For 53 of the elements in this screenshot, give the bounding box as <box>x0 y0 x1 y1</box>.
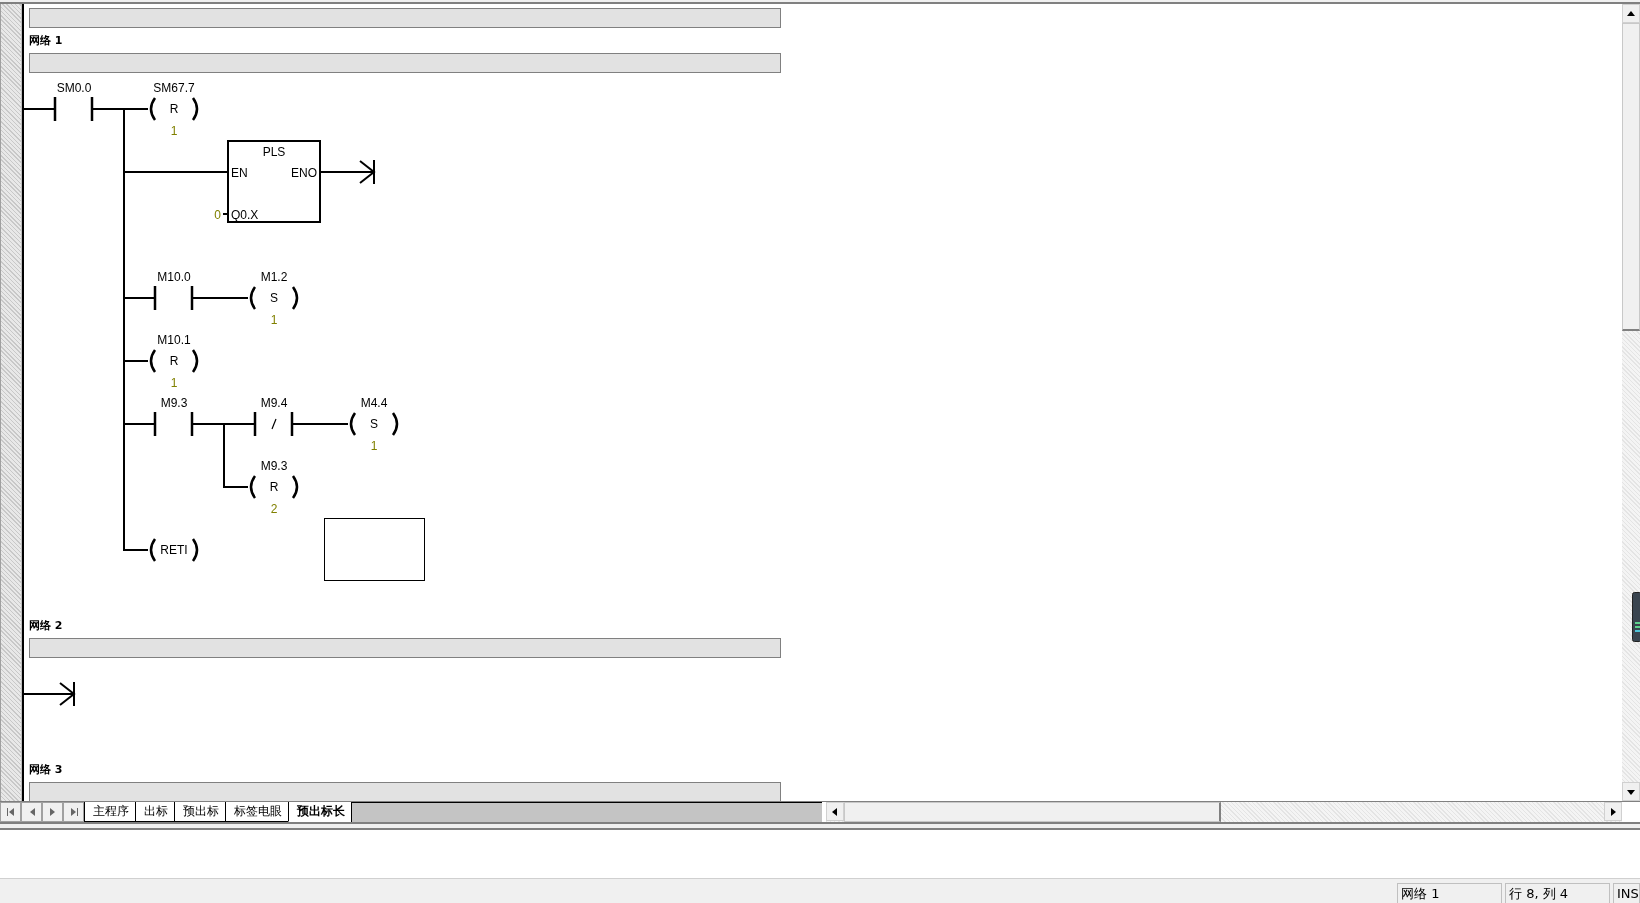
operand-label: SM0.0 <box>56 81 92 95</box>
bit-count: 1 <box>170 124 178 138</box>
floating-widget-icon[interactable] <box>1632 592 1640 642</box>
tab-nav-button[interactable] <box>42 802 63 822</box>
wire <box>222 213 229 215</box>
program-tab[interactable]: 标签电眼 <box>225 802 288 822</box>
last-page-icon <box>68 807 79 817</box>
scroll-right-button[interactable] <box>1604 802 1622 821</box>
comment-bar[interactable] <box>29 638 781 658</box>
wire <box>24 108 56 110</box>
operand-label: M9.3 <box>260 459 288 473</box>
vertical-scrollbar[interactable] <box>1622 4 1640 801</box>
scroll-down-button[interactable] <box>1622 782 1640 801</box>
scroll-left-button[interactable] <box>826 802 844 821</box>
operand-label: M9.3 <box>160 396 188 410</box>
program-tab[interactable]: 预出标 <box>174 802 225 822</box>
network-title: 网络 2 <box>29 618 64 634</box>
end-marker <box>359 159 376 185</box>
cell-cursor[interactable] <box>324 518 425 581</box>
status-network: 网络 1 <box>1397 883 1502 903</box>
bit-count: 1 <box>270 313 278 327</box>
tab-nav-button[interactable] <box>0 802 21 822</box>
operand-label: M10.0 <box>157 270 191 284</box>
bit-count: 1 <box>170 376 178 390</box>
left-arrow-icon <box>830 806 840 817</box>
tab-nav-button[interactable] <box>63 802 84 822</box>
network-title: 网络 1 <box>29 33 64 49</box>
right-arrow-icon <box>1608 806 1618 817</box>
status-position: 行 8, 列 4 <box>1505 883 1610 903</box>
input-value: 0 <box>214 208 221 222</box>
operand-label: M9.4 <box>260 396 288 410</box>
horizontal-scrollbar[interactable] <box>826 802 1622 822</box>
scroll-thumb[interactable] <box>844 802 1221 822</box>
operand-label: M1.2 <box>260 270 288 284</box>
tab-nav-button[interactable] <box>21 802 42 822</box>
scroll-thumb[interactable] <box>1622 23 1640 331</box>
program-tab[interactable]: 出标 <box>135 802 174 822</box>
network-title: 网络 3 <box>29 762 64 778</box>
comment-bar[interactable] <box>29 53 781 73</box>
operand-label: M10.1 <box>157 333 191 347</box>
function-block: PLS EN ENO Q0.X <box>227 140 321 223</box>
comment-bar[interactable] <box>29 8 781 28</box>
scroll-up-button[interactable] <box>1622 4 1640 23</box>
comment-bar[interactable] <box>29 782 781 801</box>
wire <box>24 693 75 695</box>
status-mode: INS <box>1613 883 1640 903</box>
operand-label: M4.4 <box>360 396 388 410</box>
bit-count: 2 <box>270 502 278 516</box>
operand-label: SM67.7 <box>153 81 195 95</box>
program-tab[interactable]: 主程序 <box>84 802 135 822</box>
bit-count: 1 <box>370 439 378 453</box>
first-page-icon <box>5 807 16 817</box>
end-marker <box>59 681 76 707</box>
